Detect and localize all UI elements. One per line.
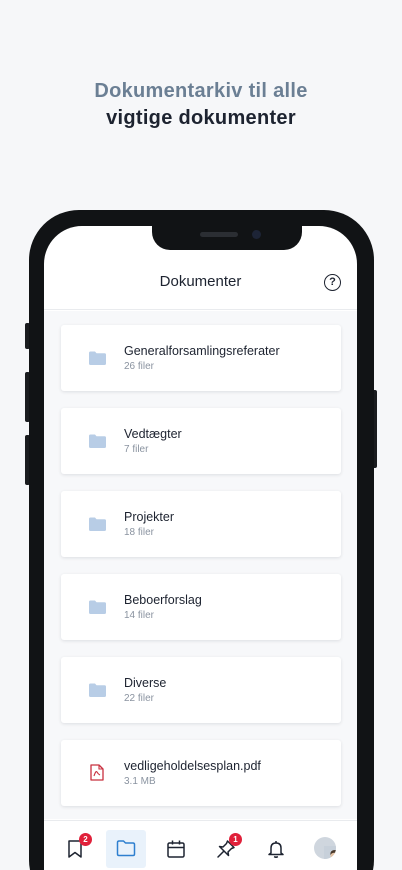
- tab-profile[interactable]: [304, 830, 344, 868]
- file-count: 14 filer: [124, 610, 155, 621]
- documents-list[interactable]: Generalforsamlingsreferater 26 filer Ved…: [44, 311, 357, 819]
- page-title: Dokumenter: [159, 273, 242, 290]
- pdf-file-icon: [90, 764, 104, 781]
- pinboard-badge: 1: [229, 833, 242, 846]
- folder-icon: [89, 351, 106, 365]
- bottom-tab-bar: 2 1: [44, 820, 357, 870]
- calendar-icon: [167, 840, 185, 858]
- file-name: vedligeholdelsesplan.pdf: [124, 759, 261, 773]
- app-header: Dokumenter ?: [44, 266, 357, 310]
- folder-name: Diverse: [124, 676, 167, 690]
- help-button[interactable]: ?: [324, 274, 341, 291]
- file-count: 18 filer: [124, 527, 155, 538]
- avatar: [314, 837, 336, 859]
- tab-pinboard[interactable]: 1: [206, 830, 246, 868]
- file-count: 26 filer: [124, 361, 155, 372]
- headline-line-2: vigtige dokumenter: [106, 107, 296, 129]
- folder-item[interactable]: Beboerforslag 14 filer: [61, 574, 341, 640]
- folder-item[interactable]: Vedtægter 7 filer: [61, 408, 341, 474]
- question-circle-icon: ?: [329, 276, 336, 288]
- user-photo: [324, 846, 336, 859]
- tab-documents[interactable]: [106, 830, 146, 868]
- file-count: 22 filer: [124, 693, 155, 704]
- folder-icon: [89, 600, 106, 614]
- folder-icon: [116, 840, 136, 857]
- folder-name: Projekter: [124, 510, 175, 524]
- tab-notifications[interactable]: [256, 830, 296, 868]
- headline-line-1: Dokumentarkiv til alle: [94, 80, 308, 102]
- tab-calendar[interactable]: [156, 830, 196, 868]
- phone-screen: Dokumenter ? Generalforsamlingsreferater…: [44, 226, 357, 870]
- folder-icon: [89, 517, 106, 531]
- folder-icon: [89, 434, 106, 448]
- folder-name: Beboerforslag: [124, 593, 202, 607]
- folder-name: Generalforsamlingsreferater: [124, 344, 280, 358]
- file-item[interactable]: vedligeholdelsesplan.pdf 3.1 MB: [61, 740, 341, 806]
- speaker-grille: [200, 232, 238, 237]
- tab-bookmarks[interactable]: 2: [56, 830, 96, 868]
- file-size: 3.1 MB: [124, 776, 156, 787]
- folder-item[interactable]: Diverse 22 filer: [61, 657, 341, 723]
- folder-item[interactable]: Generalforsamlingsreferater 26 filer: [61, 325, 341, 391]
- file-count: 7 filer: [124, 444, 149, 455]
- front-camera: [252, 230, 261, 239]
- marketing-headline: Dokumentarkiv til alle vigtige dokumente…: [0, 78, 402, 132]
- bell-icon: [268, 841, 284, 858]
- folder-item[interactable]: Projekter 18 filer: [61, 491, 341, 557]
- folder-name: Vedtægter: [124, 427, 182, 441]
- folder-icon: [89, 683, 106, 697]
- phone-notch: [152, 226, 302, 250]
- bookmarks-badge: 2: [79, 833, 92, 846]
